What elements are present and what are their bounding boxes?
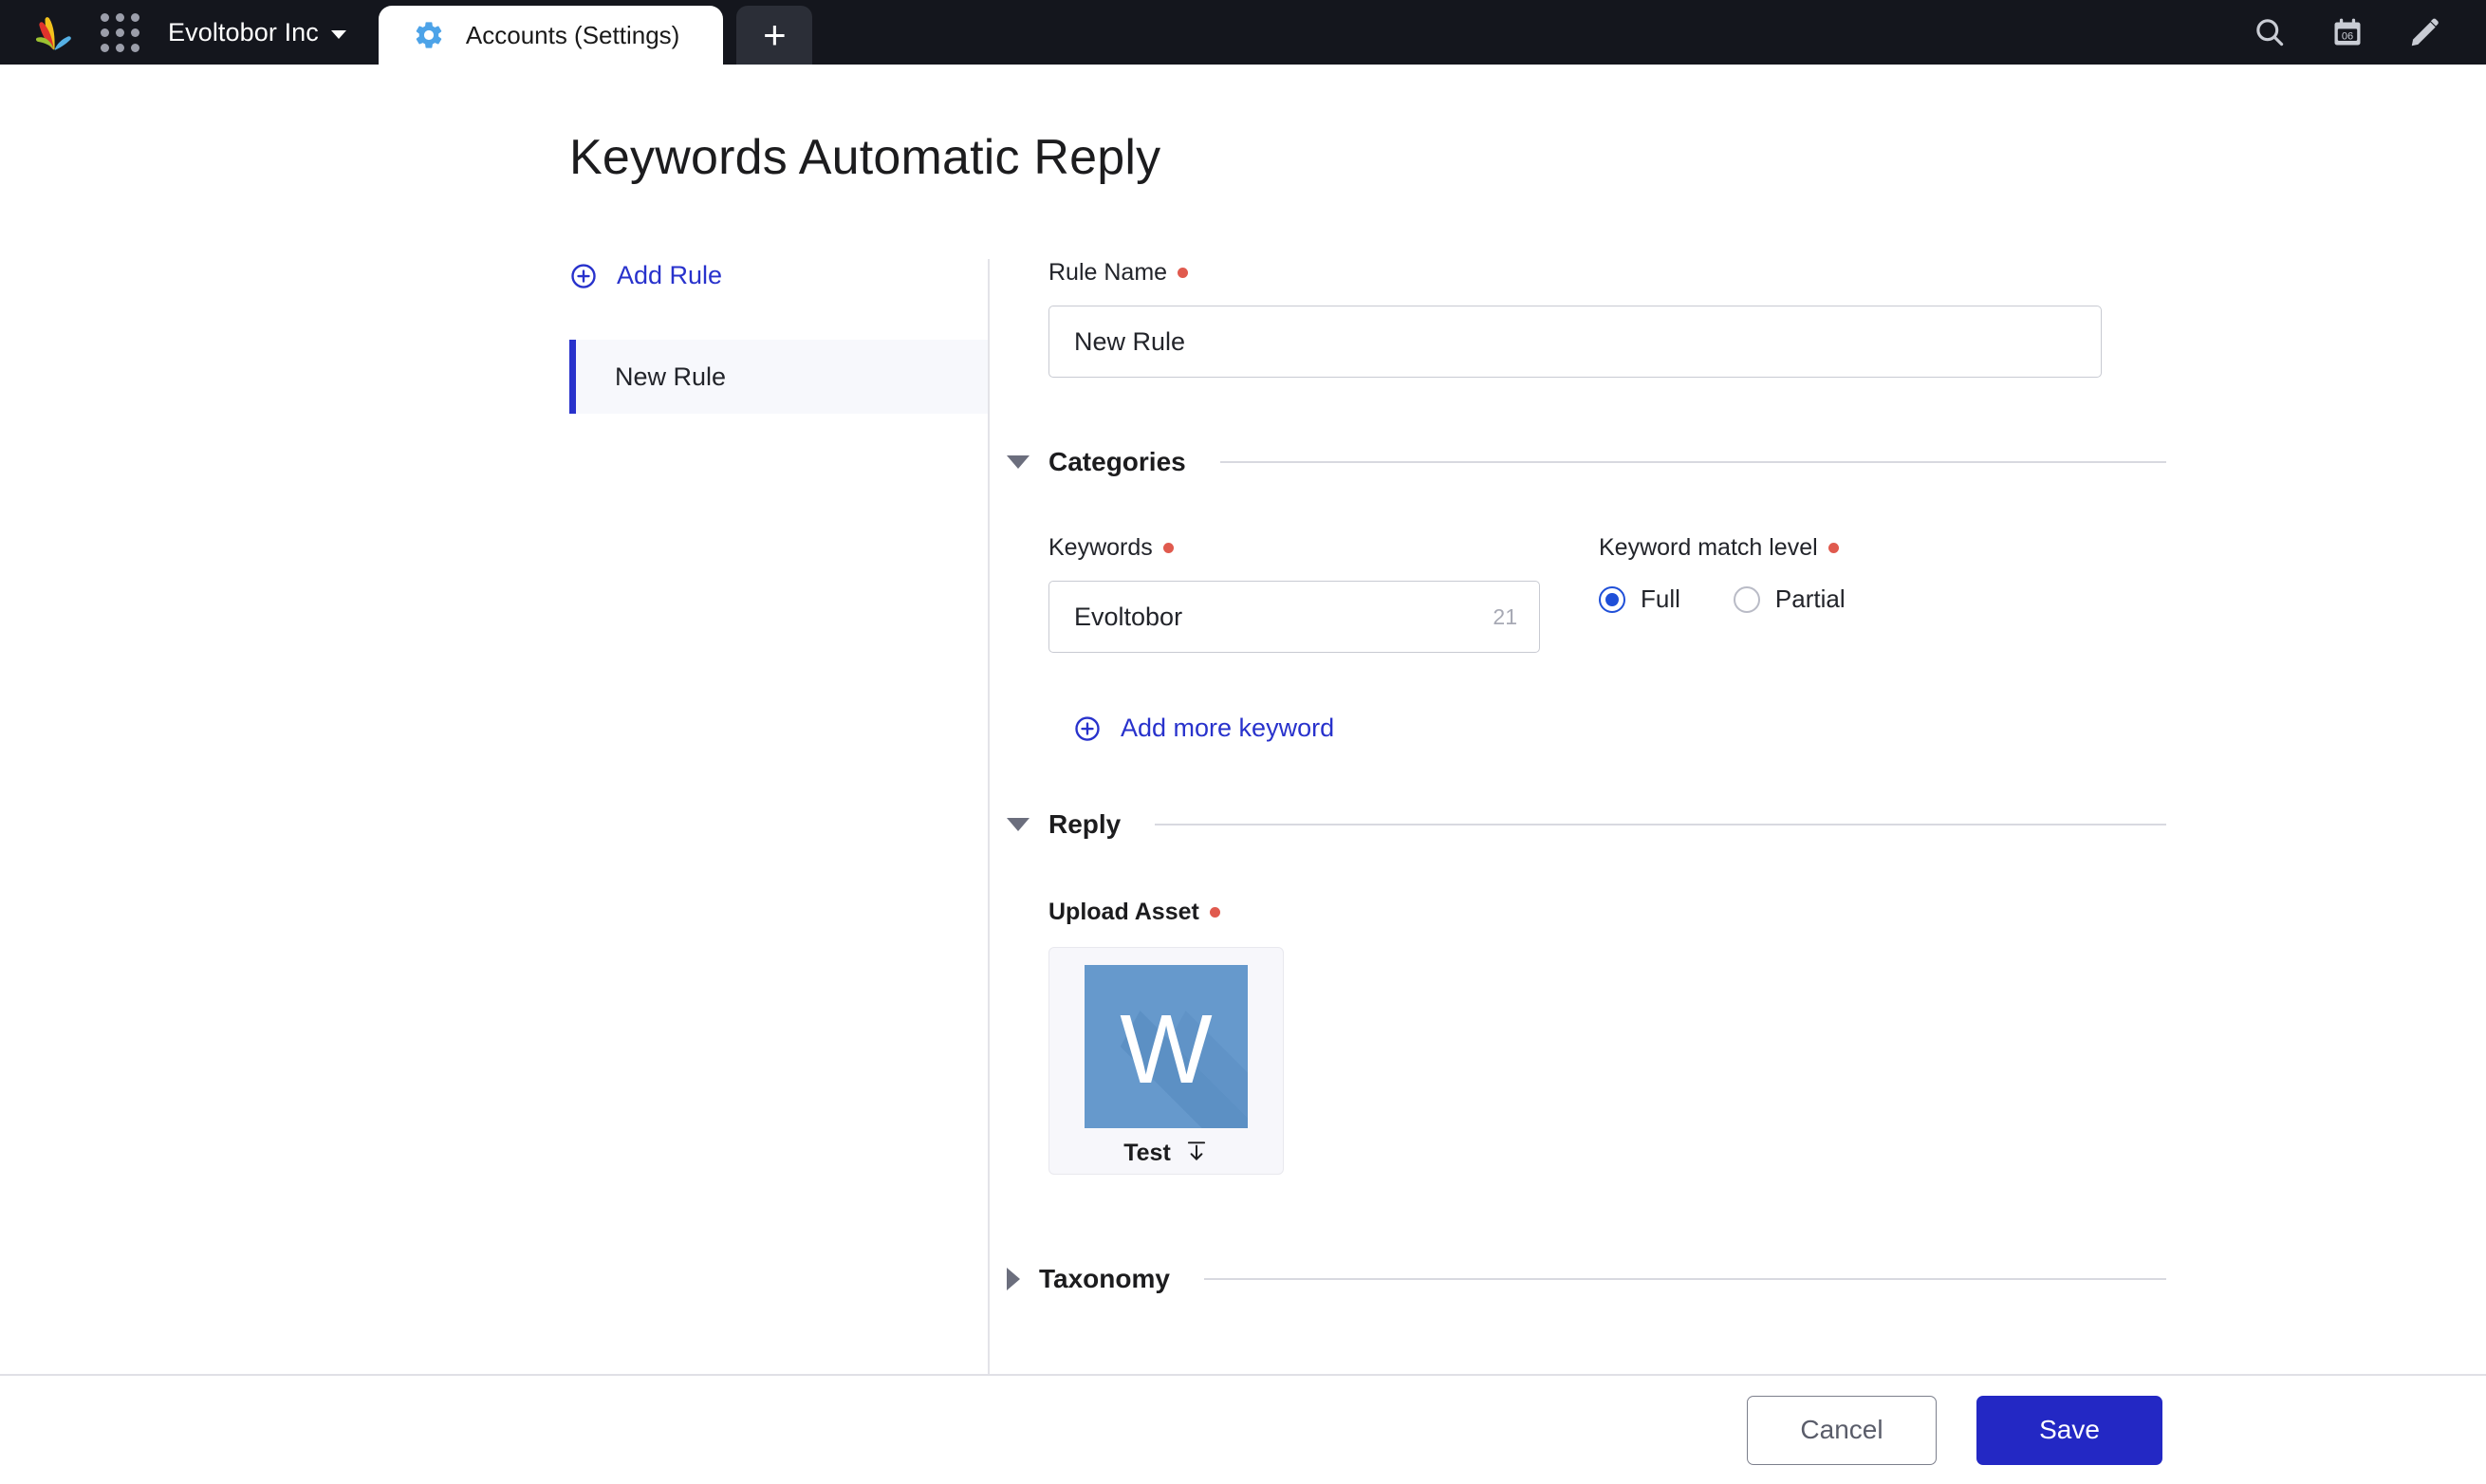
upload-asset-label-text: Upload Asset <box>1048 899 1199 925</box>
tab-strip: Accounts (Settings) + <box>378 0 813 65</box>
section-divider-line <box>1155 824 2166 825</box>
required-indicator <box>1162 543 1174 553</box>
download-icon[interactable] <box>1184 1139 1209 1168</box>
gear-icon <box>413 19 445 51</box>
add-more-keyword-button[interactable]: Add more keyword <box>1073 714 2106 743</box>
rule-item-label: New Rule <box>615 362 727 391</box>
radio-mark-unselected <box>1733 585 1760 613</box>
rule-name-label-text: Rule Name <box>1048 259 1168 286</box>
match-level-label: Keyword match level <box>1599 534 1846 562</box>
radio-option-partial[interactable]: Partial <box>1733 584 1846 614</box>
zoho-petals-logo[interactable] <box>32 10 76 54</box>
content-area: Add Rule New Rule Rule Name New Rule Cat… <box>0 259 2486 1426</box>
radio-label-full: Full <box>1641 584 1680 613</box>
circle-plus-icon <box>1073 714 1102 743</box>
edit-pencil-icon[interactable] <box>2408 15 2442 49</box>
grid-dot <box>131 12 139 22</box>
chevron-down-icon <box>330 29 346 39</box>
top-bar: Evoltobor Inc Accounts (Settings) + 06 <box>0 0 2486 65</box>
add-rule-button[interactable]: Add Rule <box>569 259 988 292</box>
topbar-left-group: Evoltobor Inc <box>0 0 346 65</box>
asset-thumbnail-word-icon: W <box>1085 965 1248 1128</box>
triangle-down-icon[interactable] <box>1007 455 1030 469</box>
required-indicator <box>1827 543 1839 553</box>
asset-footer: Test <box>1123 1139 1209 1168</box>
plus-icon: + <box>763 12 787 57</box>
categories-section-header[interactable]: Categories <box>1007 447 2166 477</box>
tab-accounts-settings[interactable]: Accounts (Settings) <box>378 6 724 65</box>
org-switcher[interactable]: Evoltobor Inc <box>168 18 346 47</box>
grid-dot <box>101 28 109 37</box>
required-indicator <box>1178 268 1189 278</box>
reply-section-header[interactable]: Reply <box>1007 809 2166 840</box>
grid-dot <box>101 12 109 22</box>
grid-dot <box>116 12 124 22</box>
upload-asset-block: Upload Asset W Test <box>1048 899 2106 1175</box>
taxonomy-title: Taxonomy <box>1039 1264 1170 1293</box>
apps-grid-icon[interactable] <box>101 12 139 52</box>
rule-name-value: New Rule <box>1074 326 1186 356</box>
keyword-input[interactable]: Evoltobor 21 <box>1048 581 1540 653</box>
add-rule-label: Add Rule <box>617 261 723 289</box>
page-body: Keywords Automatic Reply Add Rule New Ru… <box>0 65 2486 1484</box>
upload-asset-label: Upload Asset <box>1048 899 2106 926</box>
org-name-label: Evoltobor Inc <box>168 17 319 46</box>
required-indicator <box>1209 907 1220 918</box>
panel-divider <box>988 259 990 1426</box>
rule-list-panel: Add Rule New Rule <box>569 259 988 414</box>
grid-dot <box>116 43 124 52</box>
asset-card[interactable]: W Test <box>1048 947 1284 1175</box>
search-icon[interactable] <box>2253 15 2287 49</box>
radio-mark-selected <box>1599 585 1625 613</box>
grid-dot <box>101 43 109 52</box>
triangle-down-icon[interactable] <box>1007 818 1030 831</box>
topbar-actions: 06 <box>2253 0 2486 65</box>
rule-list-item-new-rule[interactable]: New Rule <box>569 340 988 414</box>
radio-label-partial: Partial <box>1774 584 1846 613</box>
add-more-keyword-label: Add more keyword <box>1121 714 1335 742</box>
reply-title: Reply <box>1048 809 1122 839</box>
save-button[interactable]: Save <box>1976 1395 2162 1465</box>
rule-form: Rule Name New Rule Categories Keywords E… <box>1007 259 2166 1294</box>
asset-name: Test <box>1123 1140 1171 1166</box>
grid-dot <box>131 43 139 52</box>
keywords-label: Keywords <box>1048 534 1599 562</box>
svg-text:06: 06 <box>2342 31 2353 43</box>
keywords-column: Keywords Evoltobor 21 <box>1048 534 1599 653</box>
page-title: Keywords Automatic Reply <box>569 130 1161 185</box>
circle-plus-icon <box>569 262 598 290</box>
calendar-icon[interactable]: 06 <box>2330 15 2365 49</box>
svg-text:W: W <box>1120 994 1213 1104</box>
categories-row: Keywords Evoltobor 21 Keyword match leve… <box>1048 534 2106 653</box>
rule-name-label: Rule Name <box>1048 259 2106 287</box>
tab-label: Accounts (Settings) <box>465 20 680 49</box>
match-level-column: Keyword match level Full Partial <box>1599 534 1846 653</box>
keywords-label-text: Keywords <box>1048 534 1153 561</box>
rule-name-input[interactable]: New Rule <box>1048 306 2102 378</box>
categories-title: Categories <box>1048 447 1186 476</box>
taxonomy-section-header[interactable]: Taxonomy <box>1007 1264 2166 1294</box>
keyword-value: Evoltobor <box>1074 602 1183 631</box>
form-footer: Cancel Save <box>0 1374 2486 1484</box>
new-tab-button[interactable]: + <box>736 6 813 65</box>
keyword-char-count: 21 <box>1493 603 1517 629</box>
match-level-label-text: Keyword match level <box>1599 534 1818 561</box>
match-level-radio-group: Full Partial <box>1599 584 1846 614</box>
grid-dot <box>131 28 139 37</box>
radio-option-full[interactable]: Full <box>1599 584 1680 614</box>
cancel-label: Cancel <box>1800 1415 1883 1444</box>
triangle-right-icon[interactable] <box>1007 1268 1020 1290</box>
section-divider-line <box>1219 461 2166 463</box>
grid-dot <box>116 28 124 37</box>
section-divider-line <box>1203 1278 2166 1280</box>
cancel-button[interactable]: Cancel <box>1747 1395 1937 1465</box>
save-label: Save <box>2039 1415 2100 1444</box>
